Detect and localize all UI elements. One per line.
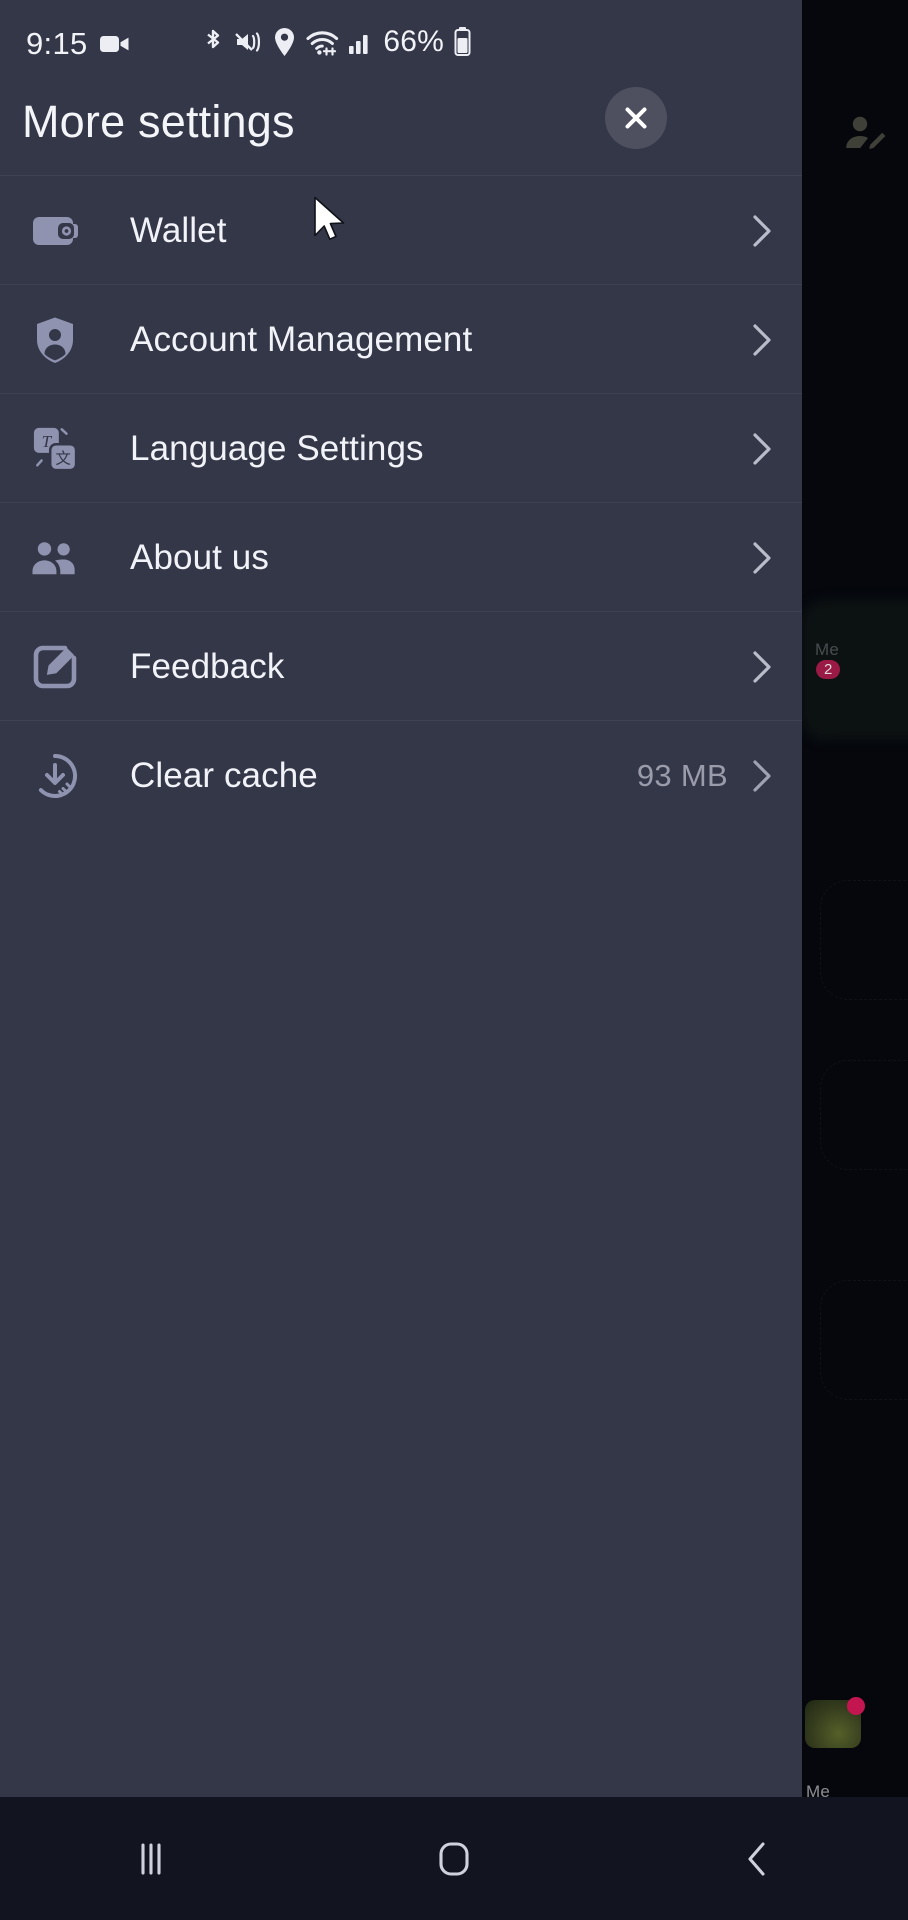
home-button[interactable] [394,1819,514,1899]
bluetooth-icon [207,29,220,49]
settings-list: Wallet Account Management T 文 Language S… [0,176,802,830]
close-button[interactable] [605,87,667,149]
translate-icon: T 文 [32,426,78,472]
backdrop-card-3 [820,1280,908,1400]
chevron-right-icon [748,759,776,793]
location-icon [275,28,295,56]
phone-screen: Me 2 Me 9:15 66% More settings Wallet Ac… [0,0,908,1920]
svg-text:文: 文 [55,449,70,467]
sheet-header: More settings [0,86,802,182]
list-item-about-us[interactable]: About us [0,503,802,612]
chevron-right-icon [748,323,776,357]
status-clock: 9:15 [26,26,88,61]
wallet-icon [32,208,78,254]
backdrop-badge: 2 [816,660,841,679]
more-settings-sheet: 9:15 66% More settings Wallet Account Ma… [0,0,802,1797]
status-bar-left: 9:15 [26,26,130,62]
shield-user-icon [32,317,78,363]
battery-percent-label: 66% [383,25,444,58]
backdrop-notification-dot [847,1697,865,1715]
back-button[interactable] [697,1819,817,1899]
status-bar: 9:15 66% [0,0,802,86]
backdrop-card-1 [820,880,908,1000]
list-item-feedback[interactable]: Feedback [0,612,802,721]
backdrop-snippet-text: Me [815,640,840,659]
page-title: More settings [22,96,295,147]
list-item-wallet[interactable]: Wallet [0,176,802,285]
list-item-label: About us [130,537,269,577]
cache-size-value: 93 MB [636,757,728,793]
list-item-label: Clear cache [130,755,318,795]
list-item-account-management[interactable]: Account Management [0,285,802,394]
list-item-label: Wallet [130,210,227,250]
backdrop-card-2 [820,1060,908,1170]
video-camera-icon [99,36,129,52]
chevron-right-icon [748,214,776,248]
wifi-icon [306,31,339,56]
people-group-icon [32,535,78,581]
status-bar-right: 66% [201,25,472,59]
list-item-label: Language Settings [130,428,424,468]
list-item-label: Account Management [130,319,473,359]
close-icon [625,107,647,129]
cellular-signal-icon [349,35,368,54]
android-navigation-bar [0,1797,908,1920]
list-item-clear-cache[interactable]: Clear cache 93 MB [0,721,802,830]
person-edit-icon[interactable] [836,110,894,158]
battery-icon [454,27,471,56]
edit-square-icon [32,644,78,690]
chevron-right-icon [748,432,776,466]
list-item-label: Feedback [130,646,285,686]
chevron-right-icon [748,650,776,684]
home-square-icon [439,1841,469,1876]
vibrate-mute-icon [235,32,261,52]
recents-button[interactable] [91,1819,211,1899]
chevron-right-icon [748,541,776,575]
list-item-language-settings[interactable]: T 文 Language Settings [0,394,802,503]
back-chevron-icon [748,1841,765,1876]
recents-icon [141,1842,161,1875]
clear-cache-icon [32,753,78,799]
